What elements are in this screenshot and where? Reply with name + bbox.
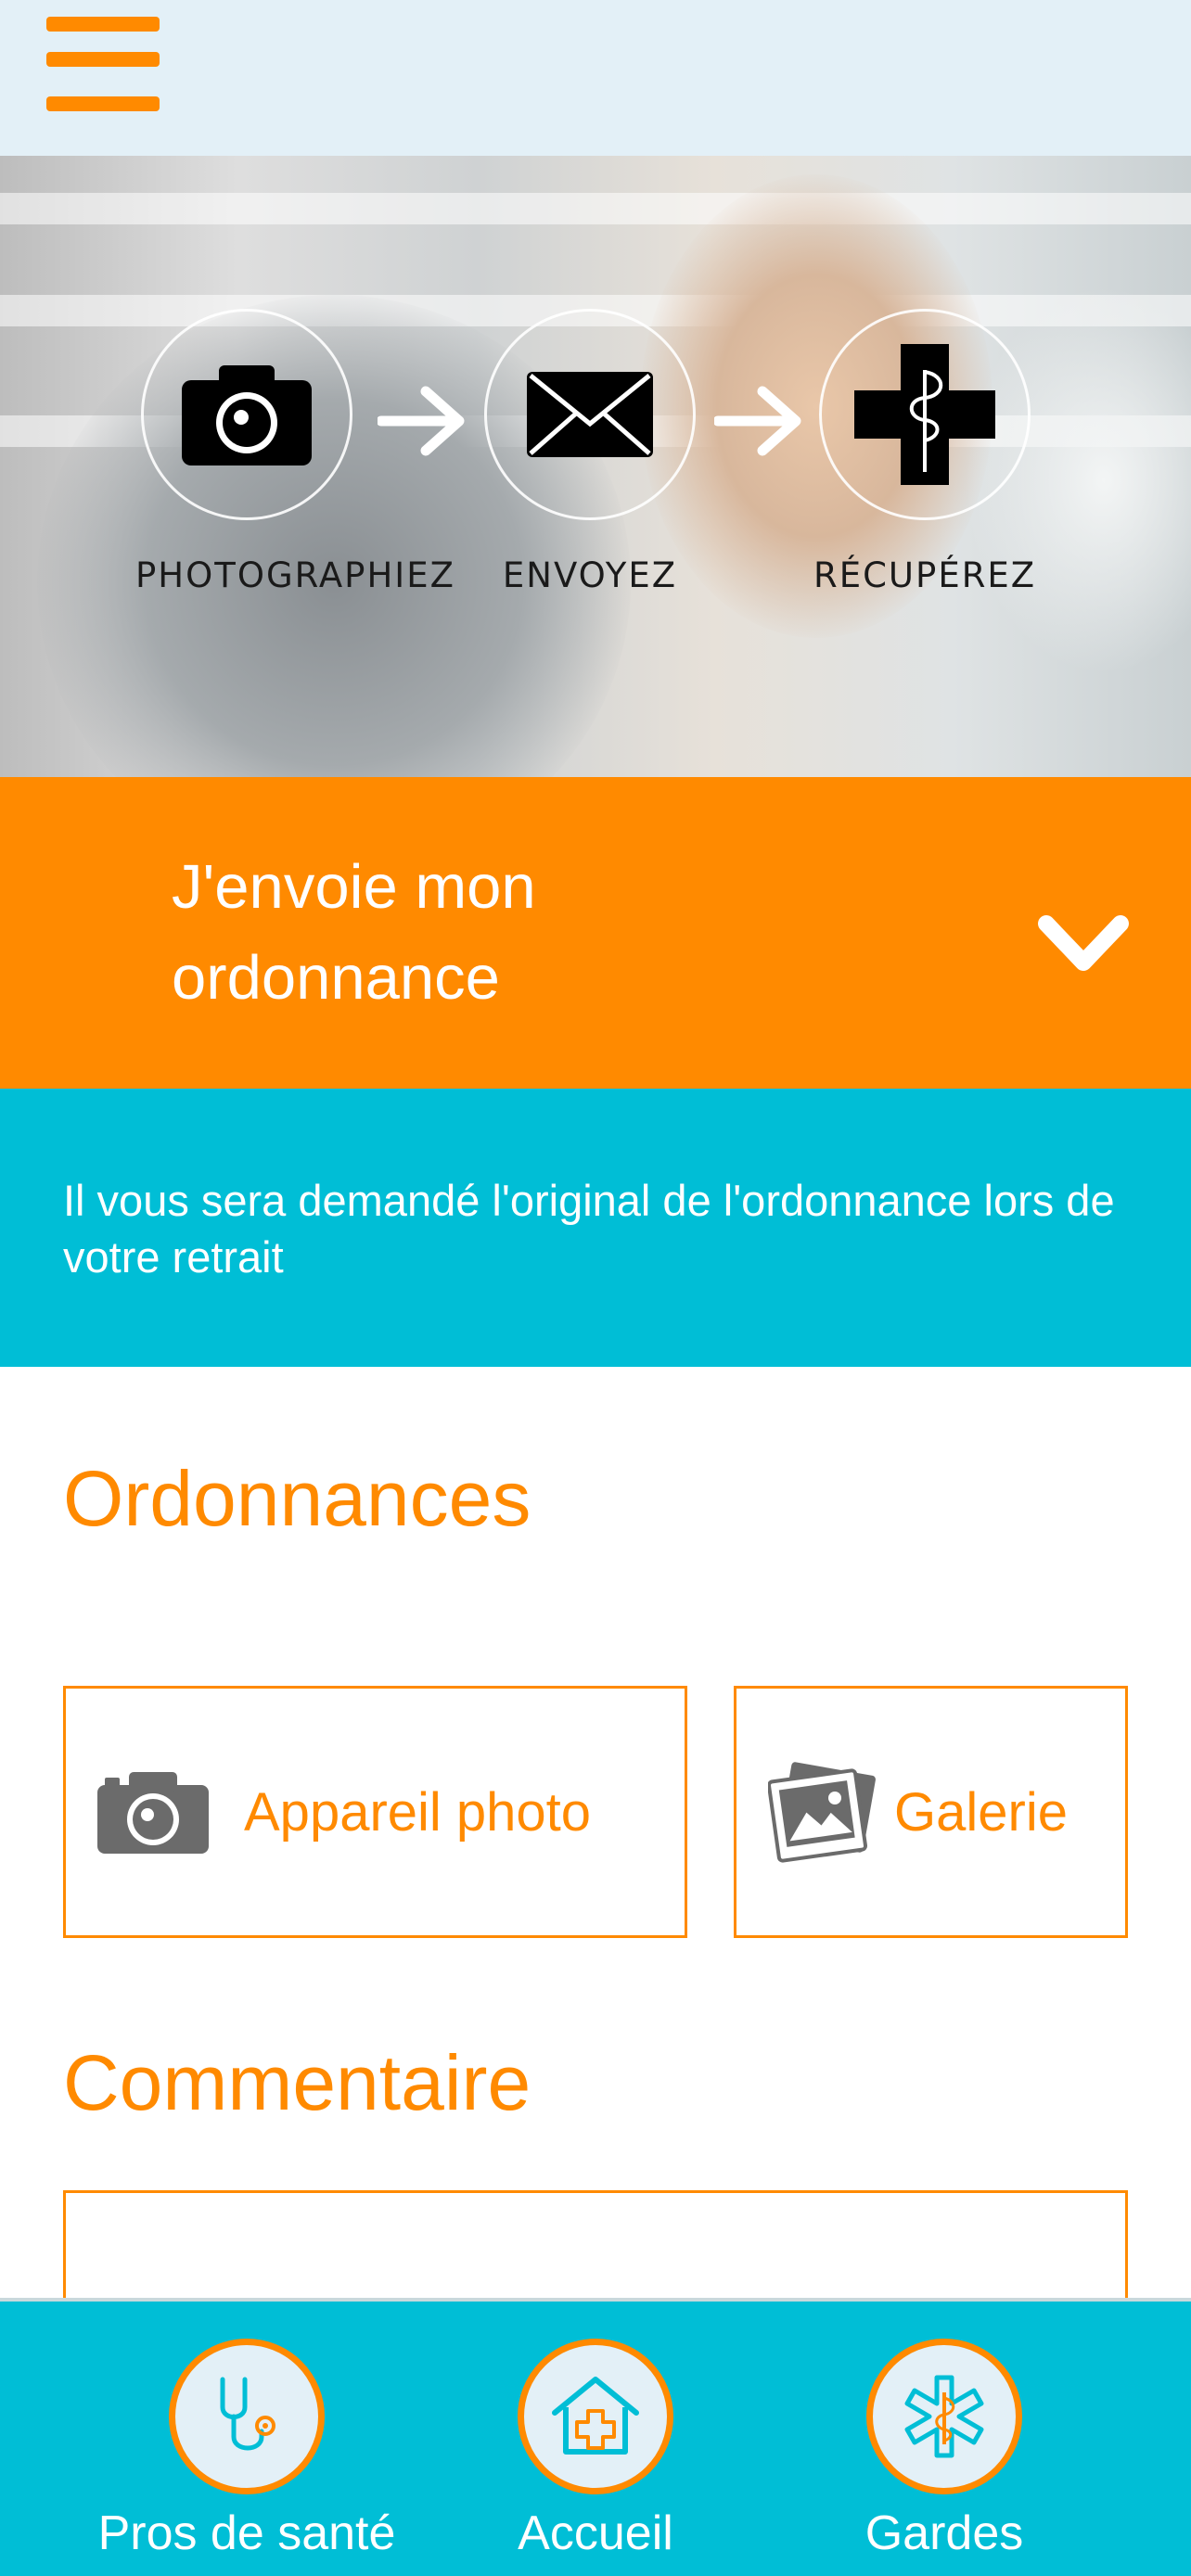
star-of-life-icon <box>904 2375 984 2458</box>
hero-banner: PHOTOGRAPHIEZ ENVOYEZ RÉCUPÉREZ <box>0 156 1191 777</box>
step-send: ENVOYEZ <box>479 309 701 595</box>
send-prescription-header[interactable]: J'envoie mon ordonnance <box>0 777 1191 1089</box>
nav-item-home[interactable]: Accueil <box>419 2339 772 2561</box>
arrow-right-icon <box>378 386 465 456</box>
nav-label: Gardes <box>864 2506 1024 2560</box>
notice-banner: Il vous sera demandé l'original de l'ord… <box>0 1089 1191 1367</box>
arrow-right-icon <box>714 386 801 456</box>
envelope-icon <box>527 372 653 457</box>
camera-button-label: Appareil photo <box>244 1782 592 1843</box>
stethoscope-icon <box>220 2377 275 2451</box>
pharmacy-cross-icon <box>854 344 995 485</box>
comment-heading: Commentaire <box>63 2039 531 2126</box>
step-label: ENVOYEZ <box>502 555 678 595</box>
chevron-down-icon[interactable] <box>1037 912 1130 977</box>
nav-item-health-pros[interactable]: Pros de santé <box>70 2339 423 2561</box>
bottom-navigation: Pros de santé Accueil Gardes <box>0 2298 1191 2576</box>
camera-icon <box>182 365 312 465</box>
notice-text: Il vous sera demandé l'original de l'ord… <box>63 1176 1115 1282</box>
camera-icon <box>97 1772 209 1854</box>
gallery-icon <box>768 1762 876 1863</box>
send-prescription-title: J'envoie mon ordonnance <box>172 852 536 1013</box>
step-photograph: PHOTOGRAPHIEZ <box>135 309 455 595</box>
nav-label: Pros de santé <box>97 2506 396 2560</box>
step-retrieve: RÉCUPÉREZ <box>813 309 1036 595</box>
camera-button[interactable]: Appareil photo <box>63 1686 687 1938</box>
nav-label: Accueil <box>518 2506 673 2560</box>
prescriptions-heading: Ordonnances <box>63 1455 531 1542</box>
step-label: RÉCUPÉREZ <box>813 555 1037 595</box>
gallery-button-label: Galerie <box>894 1782 1068 1843</box>
home-cross-icon <box>552 2377 639 2455</box>
hamburger-menu-icon[interactable] <box>46 17 160 113</box>
nav-item-on-call[interactable]: Gardes <box>768 2339 1121 2561</box>
step-label: PHOTOGRAPHIEZ <box>135 555 455 595</box>
top-bar <box>0 0 1191 156</box>
gallery-button[interactable]: Galerie <box>734 1686 1128 1938</box>
